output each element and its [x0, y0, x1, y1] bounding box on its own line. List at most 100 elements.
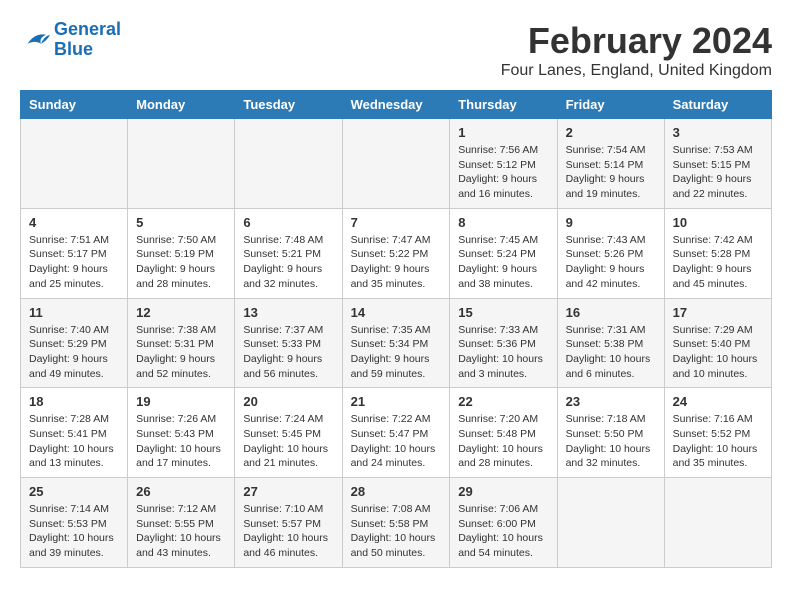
- calendar-cell: 27 Sunrise: 7:10 AMSunset: 5:57 PMDayligh…: [235, 478, 342, 568]
- day-info: Sunrise: 7:47 AMSunset: 5:22 PMDaylight:…: [351, 233, 442, 292]
- day-info: Sunrise: 7:12 AMSunset: 5:55 PMDaylight:…: [136, 502, 226, 561]
- logo-text: General Blue: [54, 20, 121, 60]
- col-header-thursday: Thursday: [450, 91, 557, 119]
- calendar-cell: 21 Sunrise: 7:22 AMSunset: 5:47 PMDayligh…: [342, 388, 450, 478]
- col-header-friday: Friday: [557, 91, 664, 119]
- calendar-cell: 9 Sunrise: 7:43 AMSunset: 5:26 PMDaylight…: [557, 208, 664, 298]
- day-info: Sunrise: 7:37 AMSunset: 5:33 PMDaylight:…: [243, 323, 333, 382]
- day-number: 8: [458, 215, 548, 230]
- calendar-cell: 19 Sunrise: 7:26 AMSunset: 5:43 PMDayligh…: [128, 388, 235, 478]
- calendar-cell: 2 Sunrise: 7:54 AMSunset: 5:14 PMDaylight…: [557, 119, 664, 209]
- day-info: Sunrise: 7:29 AMSunset: 5:40 PMDaylight:…: [673, 323, 763, 382]
- calendar-cell: [128, 119, 235, 209]
- day-info: Sunrise: 7:48 AMSunset: 5:21 PMDaylight:…: [243, 233, 333, 292]
- day-info: Sunrise: 7:26 AMSunset: 5:43 PMDaylight:…: [136, 412, 226, 471]
- day-info: Sunrise: 7:43 AMSunset: 5:26 PMDaylight:…: [566, 233, 656, 292]
- col-header-monday: Monday: [128, 91, 235, 119]
- calendar-cell: 1 Sunrise: 7:56 AMSunset: 5:12 PMDaylight…: [450, 119, 557, 209]
- day-number: 26: [136, 484, 226, 499]
- title-block: February 2024 Four Lanes, England, Unite…: [501, 20, 772, 80]
- logo: General Blue: [20, 20, 121, 60]
- calendar-cell: [342, 119, 450, 209]
- calendar-cell: 22Sunrise: 7:20 AMSunset: 5:48 PMDayligh…: [450, 388, 557, 478]
- day-number: 27: [243, 484, 333, 499]
- day-number: 23: [566, 394, 656, 409]
- day-info: Sunrise: 7:08 AMSunset: 5:58 PMDaylight:…: [351, 502, 442, 561]
- day-info: Sunrise: 7:53 AMSunset: 5:15 PMDaylight:…: [673, 143, 763, 202]
- day-number: 28: [351, 484, 442, 499]
- day-number: 13: [243, 305, 333, 320]
- day-number: 17: [673, 305, 763, 320]
- calendar-cell: 5 Sunrise: 7:50 AMSunset: 5:19 PMDaylight…: [128, 208, 235, 298]
- day-info: Sunrise: 7:22 AMSunset: 5:47 PMDaylight:…: [351, 412, 442, 471]
- day-number: 1: [458, 125, 548, 140]
- day-info: Sunrise: 7:33 AMSunset: 5:36 PMDaylight:…: [458, 323, 548, 382]
- day-info: Sunrise: 7:40 AMSunset: 5:29 PMDaylight:…: [29, 323, 119, 382]
- day-info: Sunrise: 7:10 AMSunset: 5:57 PMDaylight:…: [243, 502, 333, 561]
- day-info: Sunrise: 7:35 AMSunset: 5:34 PMDaylight:…: [351, 323, 442, 382]
- day-info: Sunrise: 7:54 AMSunset: 5:14 PMDaylight:…: [566, 143, 656, 202]
- day-info: Sunrise: 7:51 AMSunset: 5:17 PMDaylight:…: [29, 233, 119, 292]
- day-number: 16: [566, 305, 656, 320]
- calendar-cell: 17 Sunrise: 7:29 AMSunset: 5:40 PMDayligh…: [664, 298, 771, 388]
- day-number: 25: [29, 484, 119, 499]
- day-info: Sunrise: 7:06 AMSunset: 6:00 PMDaylight:…: [458, 502, 548, 561]
- day-number: 19: [136, 394, 226, 409]
- col-header-tuesday: Tuesday: [235, 91, 342, 119]
- calendar-cell: 16Sunrise: 7:31 AMSunset: 5:38 PMDayligh…: [557, 298, 664, 388]
- calendar-cell: 29 Sunrise: 7:06 AMSunset: 6:00 PMDayligh…: [450, 478, 557, 568]
- calendar-cell: 26 Sunrise: 7:12 AMSunset: 5:55 PMDayligh…: [128, 478, 235, 568]
- calendar-cell: 18 Sunrise: 7:28 AMSunset: 5:41 PMDayligh…: [21, 388, 128, 478]
- day-info: Sunrise: 7:45 AMSunset: 5:24 PMDaylight:…: [458, 233, 548, 292]
- day-info: Sunrise: 7:50 AMSunset: 5:19 PMDaylight:…: [136, 233, 226, 292]
- day-number: 22: [458, 394, 548, 409]
- calendar-cell: 12Sunrise: 7:38 AMSunset: 5:31 PMDayligh…: [128, 298, 235, 388]
- day-info: Sunrise: 7:24 AMSunset: 5:45 PMDaylight:…: [243, 412, 333, 471]
- day-number: 5: [136, 215, 226, 230]
- calendar-cell: 28 Sunrise: 7:08 AMSunset: 5:58 PMDayligh…: [342, 478, 450, 568]
- day-number: 29: [458, 484, 548, 499]
- calendar-subtitle: Four Lanes, England, United Kingdom: [501, 62, 772, 80]
- calendar-cell: [235, 119, 342, 209]
- day-number: 24: [673, 394, 763, 409]
- calendar-cell: 25 Sunrise: 7:14 AMSunset: 5:53 PMDayligh…: [21, 478, 128, 568]
- calendar-cell: 15Sunrise: 7:33 AMSunset: 5:36 PMDayligh…: [450, 298, 557, 388]
- col-header-sunday: Sunday: [21, 91, 128, 119]
- col-header-wednesday: Wednesday: [342, 91, 450, 119]
- col-header-saturday: Saturday: [664, 91, 771, 119]
- calendar-cell: [21, 119, 128, 209]
- calendar-cell: 8 Sunrise: 7:45 AMSunset: 5:24 PMDaylight…: [450, 208, 557, 298]
- calendar-cell: 13 Sunrise: 7:37 AMSunset: 5:33 PMDayligh…: [235, 298, 342, 388]
- day-number: 4: [29, 215, 119, 230]
- calendar-cell: 6 Sunrise: 7:48 AMSunset: 5:21 PMDaylight…: [235, 208, 342, 298]
- day-number: 18: [29, 394, 119, 409]
- logo-bird-icon: [20, 28, 50, 52]
- day-info: Sunrise: 7:38 AMSunset: 5:31 PMDaylight:…: [136, 323, 226, 382]
- calendar-cell: 3Sunrise: 7:53 AMSunset: 5:15 PMDaylight…: [664, 119, 771, 209]
- day-number: 6: [243, 215, 333, 230]
- day-info: Sunrise: 7:14 AMSunset: 5:53 PMDaylight:…: [29, 502, 119, 561]
- day-number: 11: [29, 305, 119, 320]
- calendar-cell: 24 Sunrise: 7:16 AMSunset: 5:52 PMDayligh…: [664, 388, 771, 478]
- calendar-cell: 10 Sunrise: 7:42 AMSunset: 5:28 PMDayligh…: [664, 208, 771, 298]
- day-number: 7: [351, 215, 442, 230]
- calendar-cell: 14 Sunrise: 7:35 AMSunset: 5:34 PMDayligh…: [342, 298, 450, 388]
- calendar-cell: 20 Sunrise: 7:24 AMSunset: 5:45 PMDayligh…: [235, 388, 342, 478]
- calendar-title: February 2024: [501, 20, 772, 62]
- day-info: Sunrise: 7:56 AMSunset: 5:12 PMDaylight:…: [458, 143, 548, 202]
- calendar-cell: 4 Sunrise: 7:51 AMSunset: 5:17 PMDaylight…: [21, 208, 128, 298]
- day-info: Sunrise: 7:28 AMSunset: 5:41 PMDaylight:…: [29, 412, 119, 471]
- day-number: 21: [351, 394, 442, 409]
- calendar-cell: [557, 478, 664, 568]
- calendar-table: SundayMondayTuesdayWednesdayThursdayFrid…: [20, 90, 772, 568]
- day-info: Sunrise: 7:16 AMSunset: 5:52 PMDaylight:…: [673, 412, 763, 471]
- day-number: 20: [243, 394, 333, 409]
- day-number: 9: [566, 215, 656, 230]
- day-number: 2: [566, 125, 656, 140]
- calendar-cell: [664, 478, 771, 568]
- day-info: Sunrise: 7:18 AMSunset: 5:50 PMDaylight:…: [566, 412, 656, 471]
- calendar-cell: 23 Sunrise: 7:18 AMSunset: 5:50 PMDayligh…: [557, 388, 664, 478]
- day-number: 14: [351, 305, 442, 320]
- day-info: Sunrise: 7:42 AMSunset: 5:28 PMDaylight:…: [673, 233, 763, 292]
- day-number: 10: [673, 215, 763, 230]
